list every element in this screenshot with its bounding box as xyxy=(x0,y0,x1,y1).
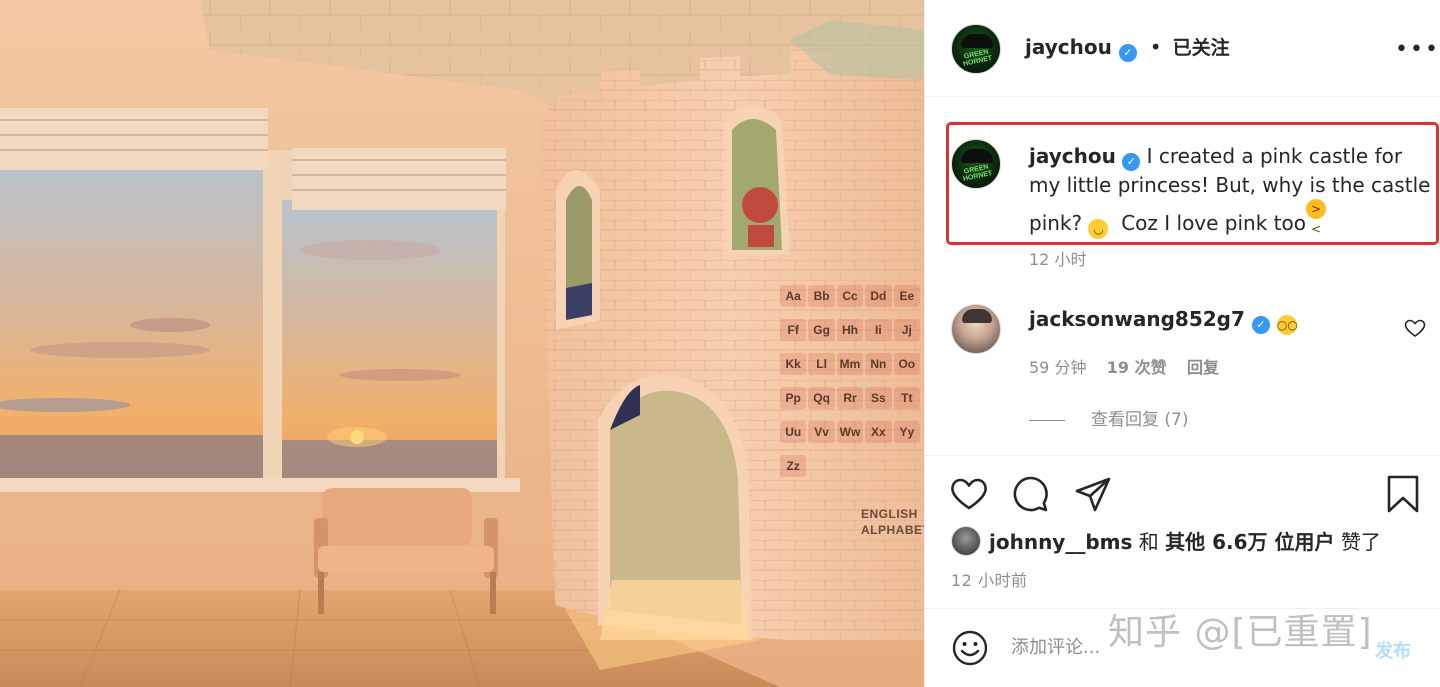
alphabet-poster: Aa Bb Cc Dd Ee Ff Gg Hh Ii Jj Kk Ll Mm N… xyxy=(780,285,920,477)
likes-connector: 和 xyxy=(1138,530,1159,554)
avatar-logo-text: GREEN HORNET xyxy=(962,163,993,183)
comment-icon[interactable] xyxy=(1011,474,1051,514)
header-divider xyxy=(925,96,1440,97)
commenter-avatar[interactable] xyxy=(951,304,1001,354)
alphabet-tile: Yy xyxy=(893,421,920,443)
comment-time: 59 分钟 xyxy=(1029,358,1087,377)
post-timestamp: 12 小时前 xyxy=(951,571,1028,590)
comment-meta: 59 分钟 19 次赞 回复 xyxy=(1029,354,1219,378)
alphabet-tile: Hh xyxy=(836,319,864,341)
likes-suffix: 赞了 xyxy=(1340,530,1381,554)
hat-shape xyxy=(961,34,993,48)
hat-shape xyxy=(961,149,993,163)
alphabet-tile: Gg xyxy=(808,319,835,341)
alphabet-tile: Uu xyxy=(780,421,807,443)
alphabet-tile: Ww xyxy=(836,421,864,443)
post-sidebar: GREEN HORNET jaychou ✓ • 已关注 ••• GREEN H… xyxy=(924,0,1440,687)
post-comment-button[interactable]: 发布 xyxy=(1375,637,1411,663)
verified-badge-icon: ✓ xyxy=(1122,153,1141,171)
verified-badge-icon: ✓ xyxy=(1118,44,1137,62)
actions-divider xyxy=(925,455,1440,456)
alphabet-tile: Mm xyxy=(836,353,864,375)
paper-plane-icon[interactable] xyxy=(1073,474,1113,514)
post-caption: jaychou ✓ I created a pink castle for my… xyxy=(1029,142,1433,239)
comment-like-heart-icon[interactable] xyxy=(1403,316,1427,340)
heart-icon[interactable] xyxy=(949,474,989,514)
alphabet-tile: Pp xyxy=(780,387,807,409)
replies-line xyxy=(1029,419,1065,421)
author-avatar[interactable]: GREEN HORNET xyxy=(951,24,1001,74)
add-comment-bar: 发布 xyxy=(925,608,1440,687)
alphabet-caption: ENGLISH ALPHABET xyxy=(861,507,924,537)
alphabet-tile: Cc xyxy=(836,285,864,307)
grinning-face-icon: ◡ xyxy=(1088,219,1109,239)
alphabet-tile: Oo xyxy=(893,353,920,375)
alphabet-tile: Qq xyxy=(808,387,835,409)
alphabet-tile: Bb xyxy=(808,285,835,307)
author-username[interactable]: jaychou xyxy=(1025,35,1112,59)
alphabet-tile: Rr xyxy=(836,387,864,409)
caption-text-part2: Coz I love pink too xyxy=(1121,211,1306,235)
likes-summary: johnny__bms 和 其他 6.6万 位用户 赞了 xyxy=(989,526,1381,555)
alphabet-tile: Dd xyxy=(865,285,892,307)
liker-avatar[interactable] xyxy=(951,526,981,556)
caption-username[interactable]: jaychou xyxy=(1029,144,1116,168)
view-replies-label: 查看回复 (7) xyxy=(1091,410,1189,430)
alphabet-tile: Tt xyxy=(893,387,920,409)
alphabet-tile: Nn xyxy=(865,353,892,375)
alphabet-tile: Xx xyxy=(865,421,892,443)
alphabet-tile: Ii xyxy=(865,319,892,341)
more-horizontal-icon[interactable]: ••• xyxy=(1395,38,1438,62)
view-replies-button[interactable]: 查看回复 (7) xyxy=(1029,405,1188,430)
comment-header: jacksonwang852g7 ✓ ○○ xyxy=(1029,307,1298,335)
verified-badge-icon: ✓ xyxy=(1251,316,1270,334)
alphabet-tile: Zz xyxy=(780,455,807,477)
caption-avatar[interactable]: GREEN HORNET xyxy=(951,139,1001,189)
squinting-tongue-face-icon: >< xyxy=(1306,199,1326,236)
alphabet-tile: Aa xyxy=(780,285,807,307)
post-header: jaychou ✓ • 已关注 xyxy=(1025,33,1230,62)
flushed-face-icon: ○○ xyxy=(1276,315,1298,335)
post-photo: Aa Bb Cc Dd Ee Ff Gg Hh Ii Jj Kk Ll Mm N… xyxy=(0,0,924,687)
reply-button[interactable]: 回复 xyxy=(1187,358,1219,377)
bookmark-icon[interactable] xyxy=(1383,474,1423,514)
liker-username[interactable]: johnny__bms xyxy=(989,530,1132,554)
comment-input[interactable] xyxy=(1011,631,1351,663)
alphabet-tile: Ff xyxy=(780,319,807,341)
alphabet-tile: Vv xyxy=(808,421,835,443)
alphabet-tile: Ee xyxy=(893,285,920,307)
commenter-username[interactable]: jacksonwang852g7 xyxy=(1029,307,1245,331)
emoji-smile-icon[interactable] xyxy=(951,629,989,667)
avatar-logo-text: GREEN HORNET xyxy=(962,48,993,68)
comment-likes-count[interactable]: 19 次赞 xyxy=(1107,358,1167,377)
caption-time: 12 小时 xyxy=(1029,250,1087,269)
separator-dot: • xyxy=(1149,35,1162,59)
alphabet-tile: Ss xyxy=(865,387,892,409)
alphabet-tile: Kk xyxy=(780,353,807,375)
alphabet-tile: Ll xyxy=(808,353,835,375)
follow-status-button[interactable]: 已关注 xyxy=(1173,37,1230,59)
likes-others[interactable]: 其他 6.6万 位用户 xyxy=(1165,530,1334,554)
alphabet-tile: Jj xyxy=(893,319,920,341)
